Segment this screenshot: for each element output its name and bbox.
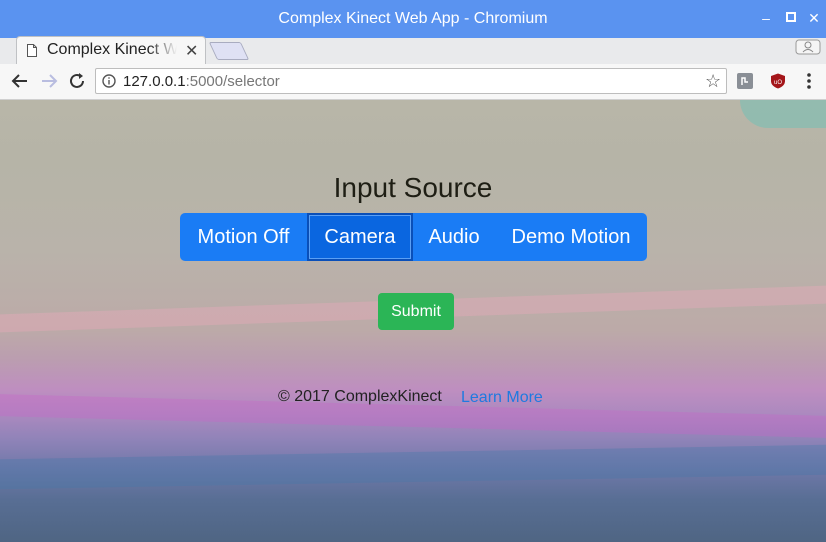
url-host: 127.0.0.1 [123, 73, 186, 90]
source-button-demo-motion[interactable]: Demo Motion [495, 213, 647, 261]
close-icon[interactable]: ✕ [806, 10, 822, 26]
address-bar[interactable]: 127.0.0.1:5000/selector ☆ [95, 68, 727, 94]
reload-icon[interactable] [66, 70, 88, 92]
input-source-button-group: Motion Off Camera Audio Demo Motion [180, 213, 647, 261]
bookmark-star-icon[interactable]: ☆ [705, 71, 721, 91]
maximize-icon[interactable] [783, 10, 799, 26]
browser-tab[interactable]: Complex Kinect Web App ✕ [16, 36, 206, 64]
footer-copyright: © 2017 ComplexKinect [278, 388, 442, 405]
browser-toolbar: 127.0.0.1:5000/selector ☆ uO [0, 64, 826, 100]
url-path: :5000/selector [185, 73, 280, 90]
url-text[interactable]: 127.0.0.1:5000/selector [123, 73, 280, 90]
info-icon[interactable] [102, 74, 116, 88]
page-content: Input Source Motion Off Camera Audio Dem… [0, 100, 826, 542]
menu-dots-icon[interactable] [802, 70, 816, 92]
background-band [0, 444, 826, 490]
window-title: Complex Kinect Web App - Chromium [278, 10, 548, 27]
minimize-icon[interactable]: – [758, 10, 774, 26]
background-patch [740, 100, 826, 128]
document-icon [27, 44, 37, 57]
forward-arrow-icon[interactable] [38, 70, 60, 92]
source-button-audio[interactable]: Audio [413, 213, 495, 261]
tab-title: Complex Kinect Web App [47, 41, 177, 58]
back-arrow-icon[interactable] [9, 70, 31, 92]
extension-icon[interactable] [737, 73, 753, 89]
tab-close-icon[interactable]: ✕ [185, 41, 198, 61]
profile-icon[interactable] [795, 39, 821, 55]
svg-text:uO: uO [774, 80, 782, 86]
source-button-motion-off[interactable]: Motion Off [180, 213, 307, 261]
ublock-origin-icon[interactable]: uO [770, 73, 786, 89]
source-button-camera[interactable]: Camera [307, 213, 413, 261]
learn-more-link[interactable]: Learn More [461, 389, 543, 407]
page-title: Input Source [333, 172, 493, 203]
window-titlebar: Complex Kinect Web App - Chromium – ✕ [0, 0, 826, 38]
submit-button[interactable]: Submit [378, 293, 454, 330]
